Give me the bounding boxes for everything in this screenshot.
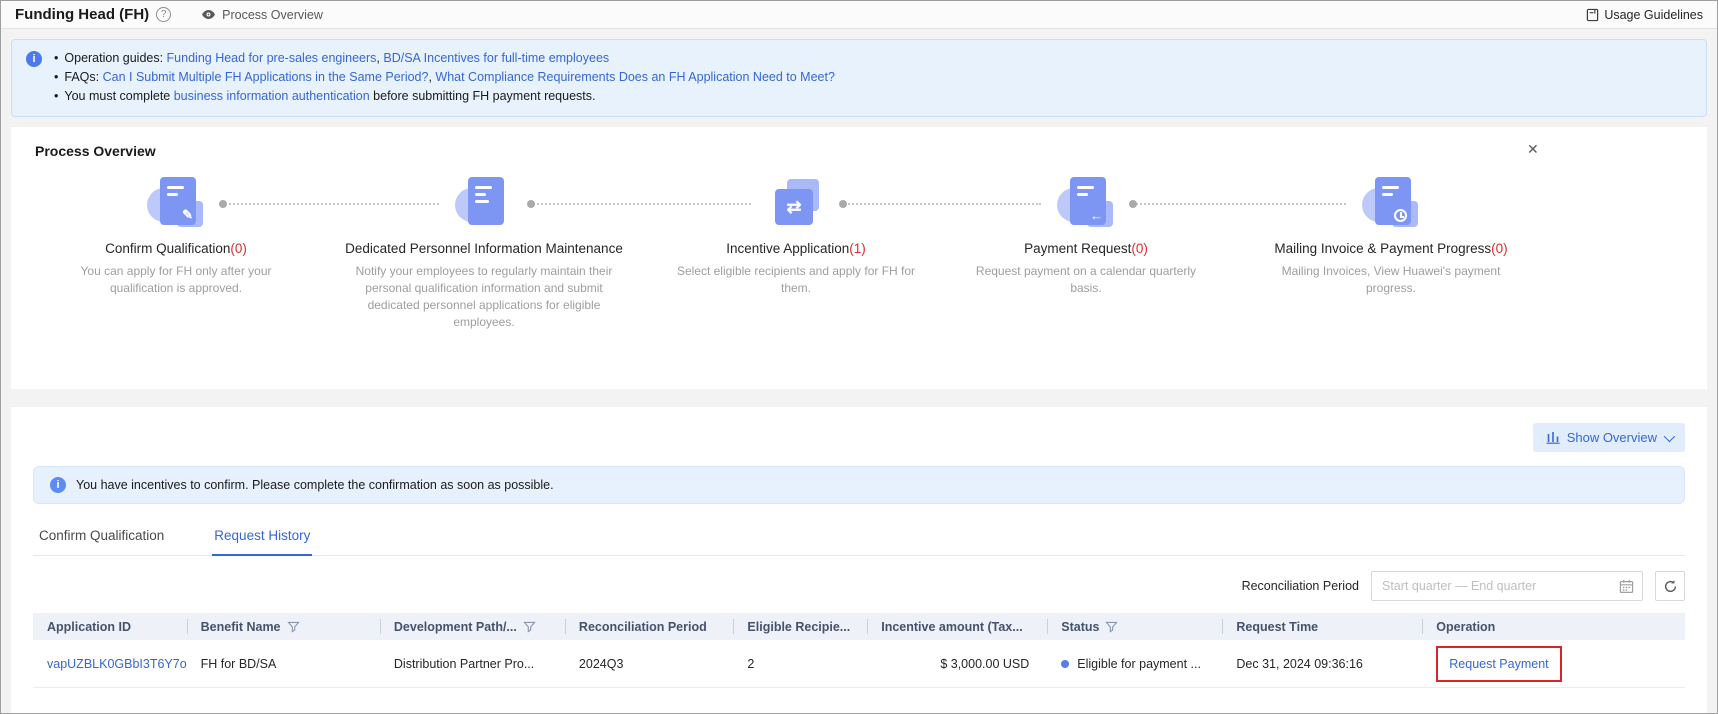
- show-overview-label: Show Overview: [1566, 430, 1657, 445]
- operation-guides-label: Operation guides:: [64, 51, 167, 65]
- process-overview-toggle-label: Process Overview: [222, 7, 323, 22]
- step-personnel-maintenance: Dedicated Personnel Information Maintena…: [324, 177, 644, 331]
- status-dot: [1061, 659, 1070, 668]
- highlight-box: Request Payment: [1436, 645, 1562, 682]
- authentication-line: • You must complete business information …: [54, 89, 596, 103]
- request-history-table: Application ID Benefit Name Development …: [33, 613, 1685, 688]
- faqs-label: FAQs:: [64, 70, 103, 84]
- application-id-link[interactable]: vapUZBLK0GBbI3T6Y7o: [47, 657, 187, 671]
- quarter-range-input[interactable]: [1382, 579, 1619, 593]
- step-count: (0): [230, 241, 247, 256]
- reconciliation-period-cell: 2024Q3: [578, 656, 624, 671]
- business-authentication-link[interactable]: business information authentication: [174, 89, 370, 103]
- refresh-icon: [1664, 579, 1676, 592]
- payment-request-icon: ←: [1055, 177, 1117, 231]
- filter-icon[interactable]: [523, 621, 536, 633]
- info-icon: i: [26, 51, 42, 67]
- benefit-name-cell: FH for BD/SA: [200, 656, 277, 671]
- request-payment-link[interactable]: Request Payment: [1449, 657, 1548, 671]
- step-mailing-invoice: Mailing Invoice & Payment Progress(0) Ma…: [1241, 177, 1541, 297]
- process-steps: ✎ Confirm Qualification(0) You can apply…: [11, 177, 1709, 367]
- personnel-maintenance-icon: [453, 177, 515, 231]
- notice-area: i • Operation guides: Funding Head for pr…: [1, 29, 1717, 117]
- tab-bar: Confirm Qualification Request History: [33, 522, 1685, 556]
- filter-icon[interactable]: [286, 621, 300, 633]
- reconciliation-period-picker[interactable]: [1371, 571, 1643, 601]
- step-count: (0): [1131, 241, 1148, 256]
- main-panel: Show Overview i You have incentives to c…: [11, 407, 1707, 713]
- process-overview-title: Process Overview: [35, 143, 156, 159]
- help-icon[interactable]: ?: [156, 7, 172, 22]
- table-row: vapUZBLK0GBbI3T6Y7o FH for BD/SA Distrib…: [33, 640, 1685, 688]
- process-overview-panel: Process Overview ✕ ✎ Confirm Qualificati…: [11, 127, 1707, 389]
- bar-chart-icon: [1546, 431, 1560, 444]
- step-payment-request: ← Payment Request(0) Request payment on …: [946, 177, 1226, 297]
- close-icon[interactable]: ✕: [1527, 141, 1539, 158]
- eligible-recipients-cell: 2: [747, 656, 755, 671]
- status-cell: Eligible for payment ...: [1047, 657, 1222, 671]
- incentive-notice-text: You have incentives to confirm. Please c…: [76, 478, 554, 492]
- process-overview-toggle[interactable]: Process Overview: [201, 7, 323, 22]
- incentive-notice-banner: i You have incentives to confirm. Please…: [33, 466, 1685, 504]
- document-icon: [1586, 8, 1599, 22]
- info-banner: i • Operation guides: Funding Head for pr…: [11, 39, 1707, 117]
- operation-cell: Request Payment: [1422, 645, 1685, 682]
- development-path-cell: Distribution Partner Pro...: [393, 656, 535, 671]
- step-incentive-application: ⇄ Incentive Application(1) Select eligib…: [646, 177, 946, 297]
- topbar: Funding Head (FH) ? Process Overview Usa…: [1, 1, 1717, 29]
- status-text: Eligible for payment ...: [1077, 656, 1201, 671]
- page-title: Funding Head (FH): [15, 6, 150, 23]
- info-icon: i: [50, 477, 66, 493]
- usage-guidelines-link[interactable]: Usage Guidelines: [1586, 8, 1703, 22]
- mailing-invoice-icon: [1360, 177, 1422, 231]
- eye-icon: [201, 7, 216, 22]
- incentive-amount-cell: $ 3,000.00 USD: [940, 656, 1030, 671]
- tab-request-history[interactable]: Request History: [212, 522, 313, 556]
- usage-guidelines-label: Usage Guidelines: [1604, 7, 1703, 22]
- filter-row: Reconciliation Period: [33, 571, 1685, 601]
- show-overview-button[interactable]: Show Overview: [1532, 423, 1685, 452]
- calendar-icon[interactable]: [1619, 579, 1634, 594]
- guide-link-presales[interactable]: Funding Head for pre-sales engineers: [167, 51, 377, 65]
- faq-link-compliance[interactable]: What Compliance Requirements Does an FH …: [435, 70, 835, 84]
- reconciliation-period-label: Reconciliation Period: [1241, 579, 1359, 593]
- chevron-down-icon: [1663, 430, 1676, 442]
- request-time-cell: Dec 31, 2024 09:36:16: [1236, 656, 1363, 671]
- operation-guides-line: • Operation guides: Funding Head for pre-…: [54, 51, 610, 65]
- step-confirm-qualification: ✎ Confirm Qualification(0) You can apply…: [26, 177, 326, 297]
- table-header: Application ID Benefit Name Development …: [33, 613, 1685, 640]
- filter-icon[interactable]: [1105, 621, 1119, 633]
- faqs-line: • FAQs: Can I Submit Multiple FH Applicat…: [54, 70, 835, 84]
- step-count: (0): [1491, 241, 1508, 256]
- faq-link-multiple-applications[interactable]: Can I Submit Multiple FH Applications in…: [103, 70, 429, 84]
- confirm-qualification-icon: ✎: [145, 177, 207, 231]
- refresh-button[interactable]: [1655, 571, 1685, 601]
- step-count: (1): [849, 241, 866, 256]
- tab-confirm-qualification[interactable]: Confirm Qualification: [37, 522, 166, 555]
- incentive-application-icon: ⇄: [765, 177, 827, 231]
- guide-link-bdsa[interactable]: BD/SA Incentives for full-time employees: [383, 51, 609, 65]
